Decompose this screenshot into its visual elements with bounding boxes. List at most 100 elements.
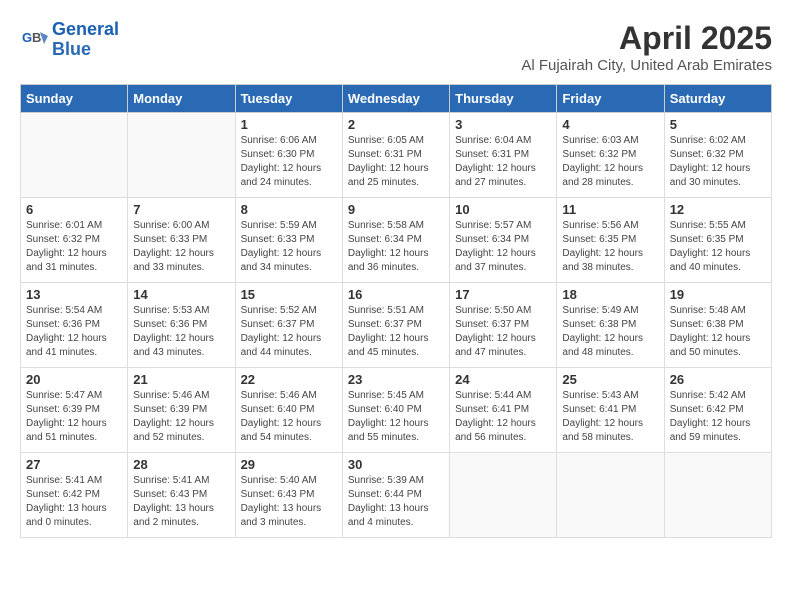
day-number: 19 (670, 287, 766, 302)
day-info: Sunrise: 5:59 AM Sunset: 6:33 PM Dayligh… (241, 219, 337, 275)
day-number: 21 (133, 372, 229, 387)
title-area: April 2025 Al Fujairah City, United Arab… (521, 20, 772, 74)
calendar-cell: 25 Sunrise: 5:43 AM Sunset: 6:41 PM Dayli… (557, 368, 664, 453)
day-number: 10 (455, 202, 551, 217)
day-number: 1 (241, 117, 337, 132)
day-number: 23 (348, 372, 444, 387)
calendar-cell: 21 Sunrise: 5:46 AM Sunset: 6:39 PM Dayli… (128, 368, 235, 453)
day-info: Sunrise: 5:55 AM Sunset: 6:35 PM Dayligh… (670, 219, 766, 275)
week-row-4: 20Sunrise: 5:47 AM Sunset: 6:39 PM Dayli… (21, 368, 772, 453)
calendar-cell (21, 113, 128, 198)
weekday-header-thursday: Thursday (450, 85, 557, 113)
calendar-table: SundayMondayTuesdayWednesdayThursdayFrid… (20, 84, 772, 538)
day-info: Sunrise: 6:04 AM Sunset: 6:31 PM Dayligh… (455, 134, 551, 190)
week-row-5: 27 Sunrise: 5:41 AM Sunset: 6:42 PM Dayli… (21, 453, 772, 538)
week-row-2: 6Sunrise: 6:01 AM Sunset: 6:32 PM Daylig… (21, 198, 772, 283)
calendar-cell: 17Sunrise: 5:50 AM Sunset: 6:37 PM Dayli… (450, 283, 557, 368)
svg-text:G: G (22, 30, 32, 45)
day-number: 27 (26, 457, 122, 472)
day-number: 12 (670, 202, 766, 217)
day-info: Sunrise: 6:02 AM Sunset: 6:32 PM Dayligh… (670, 134, 766, 190)
day-info: Sunrise: 5:46 AM Sunset: 6:39 PM Dayligh… (133, 389, 229, 445)
logo-line2: Blue (52, 39, 91, 59)
day-info: Sunrise: 5:42 AM Sunset: 6:42 PM Dayligh… (670, 389, 766, 445)
day-number: 25 (562, 372, 658, 387)
calendar-cell: 8Sunrise: 5:59 AM Sunset: 6:33 PM Daylig… (235, 198, 342, 283)
day-info: Sunrise: 5:43 AM Sunset: 6:41 PM Dayligh… (562, 389, 658, 445)
day-info: Sunrise: 6:06 AM Sunset: 6:30 PM Dayligh… (241, 134, 337, 190)
day-number: 13 (26, 287, 122, 302)
weekday-header-friday: Friday (557, 85, 664, 113)
calendar-cell: 26 Sunrise: 5:42 AM Sunset: 6:42 PM Dayli… (664, 368, 771, 453)
header: G B General Blue April 2025 Al Fujairah … (20, 20, 772, 74)
day-number: 28 (133, 457, 229, 472)
day-info: Sunrise: 5:57 AM Sunset: 6:34 PM Dayligh… (455, 219, 551, 275)
calendar-cell: 28Sunrise: 5:41 AM Sunset: 6:43 PM Dayli… (128, 453, 235, 538)
calendar-cell: 29 Sunrise: 5:40 AM Sunset: 6:43 PM Dayli… (235, 453, 342, 538)
day-info: Sunrise: 5:51 AM Sunset: 6:37 PM Dayligh… (348, 304, 444, 360)
calendar-cell (128, 113, 235, 198)
weekday-header-row: SundayMondayTuesdayWednesdayThursdayFrid… (21, 85, 772, 113)
calendar-cell: 7 Sunrise: 6:00 AM Sunset: 6:33 PM Daylig… (128, 198, 235, 283)
week-row-1: 1 Sunrise: 6:06 AM Sunset: 6:30 PM Daylig… (21, 113, 772, 198)
logo-line1: General (52, 19, 119, 39)
logo: G B General Blue (20, 20, 119, 60)
day-info: Sunrise: 6:05 AM Sunset: 6:31 PM Dayligh… (348, 134, 444, 190)
day-info: Sunrise: 5:44 AM Sunset: 6:41 PM Dayligh… (455, 389, 551, 445)
day-number: 18 (562, 287, 658, 302)
day-number: 26 (670, 372, 766, 387)
day-info: Sunrise: 5:50 AM Sunset: 6:37 PM Dayligh… (455, 304, 551, 360)
calendar-cell: 15 Sunrise: 5:52 AM Sunset: 6:37 PM Dayli… (235, 283, 342, 368)
calendar-cell: 14 Sunrise: 5:53 AM Sunset: 6:36 PM Dayli… (128, 283, 235, 368)
calendar-cell: 23 Sunrise: 5:45 AM Sunset: 6:40 PM Dayli… (342, 368, 449, 453)
calendar-cell: 13 Sunrise: 5:54 AM Sunset: 6:36 PM Dayli… (21, 283, 128, 368)
day-number: 9 (348, 202, 444, 217)
day-number: 3 (455, 117, 551, 132)
calendar-cell: 20Sunrise: 5:47 AM Sunset: 6:39 PM Dayli… (21, 368, 128, 453)
day-number: 7 (133, 202, 229, 217)
location-subtitle: Al Fujairah City, United Arab Emirates (521, 57, 772, 74)
day-number: 30 (348, 457, 444, 472)
day-number: 29 (241, 457, 337, 472)
calendar-cell: 18 Sunrise: 5:49 AM Sunset: 6:38 PM Dayli… (557, 283, 664, 368)
day-number: 22 (241, 372, 337, 387)
day-number: 6 (26, 202, 122, 217)
weekday-header-wednesday: Wednesday (342, 85, 449, 113)
day-info: Sunrise: 5:41 AM Sunset: 6:42 PM Dayligh… (26, 474, 122, 530)
day-info: Sunrise: 5:49 AM Sunset: 6:38 PM Dayligh… (562, 304, 658, 360)
calendar-cell (664, 453, 771, 538)
calendar-cell (450, 453, 557, 538)
day-number: 15 (241, 287, 337, 302)
day-info: Sunrise: 5:40 AM Sunset: 6:43 PM Dayligh… (241, 474, 337, 530)
day-info: Sunrise: 5:46 AM Sunset: 6:40 PM Dayligh… (241, 389, 337, 445)
day-number: 24 (455, 372, 551, 387)
day-number: 14 (133, 287, 229, 302)
day-number: 4 (562, 117, 658, 132)
day-info: Sunrise: 5:58 AM Sunset: 6:34 PM Dayligh… (348, 219, 444, 275)
day-info: Sunrise: 5:53 AM Sunset: 6:36 PM Dayligh… (133, 304, 229, 360)
day-info: Sunrise: 5:54 AM Sunset: 6:36 PM Dayligh… (26, 304, 122, 360)
calendar-cell: 24 Sunrise: 5:44 AM Sunset: 6:41 PM Dayli… (450, 368, 557, 453)
calendar-cell: 16 Sunrise: 5:51 AM Sunset: 6:37 PM Dayli… (342, 283, 449, 368)
calendar-cell: 10 Sunrise: 5:57 AM Sunset: 6:34 PM Dayli… (450, 198, 557, 283)
calendar-cell: 12 Sunrise: 5:55 AM Sunset: 6:35 PM Dayli… (664, 198, 771, 283)
calendar-cell: 19 Sunrise: 5:48 AM Sunset: 6:38 PM Dayli… (664, 283, 771, 368)
day-info: Sunrise: 5:52 AM Sunset: 6:37 PM Dayligh… (241, 304, 337, 360)
day-number: 16 (348, 287, 444, 302)
calendar-cell: 22 Sunrise: 5:46 AM Sunset: 6:40 PM Dayli… (235, 368, 342, 453)
month-title: April 2025 (521, 20, 772, 57)
calendar-cell: 1 Sunrise: 6:06 AM Sunset: 6:30 PM Daylig… (235, 113, 342, 198)
calendar-cell (557, 453, 664, 538)
weekday-header-monday: Monday (128, 85, 235, 113)
calendar-cell: 6Sunrise: 6:01 AM Sunset: 6:32 PM Daylig… (21, 198, 128, 283)
day-info: Sunrise: 5:47 AM Sunset: 6:39 PM Dayligh… (26, 389, 122, 445)
calendar-cell: 9 Sunrise: 5:58 AM Sunset: 6:34 PM Daylig… (342, 198, 449, 283)
weekday-header-tuesday: Tuesday (235, 85, 342, 113)
day-info: Sunrise: 6:00 AM Sunset: 6:33 PM Dayligh… (133, 219, 229, 275)
day-info: Sunrise: 5:45 AM Sunset: 6:40 PM Dayligh… (348, 389, 444, 445)
calendar-cell: 11Sunrise: 5:56 AM Sunset: 6:35 PM Dayli… (557, 198, 664, 283)
weekday-header-saturday: Saturday (664, 85, 771, 113)
day-info: Sunrise: 5:48 AM Sunset: 6:38 PM Dayligh… (670, 304, 766, 360)
calendar-cell: 27 Sunrise: 5:41 AM Sunset: 6:42 PM Dayli… (21, 453, 128, 538)
calendar-cell: 5Sunrise: 6:02 AM Sunset: 6:32 PM Daylig… (664, 113, 771, 198)
